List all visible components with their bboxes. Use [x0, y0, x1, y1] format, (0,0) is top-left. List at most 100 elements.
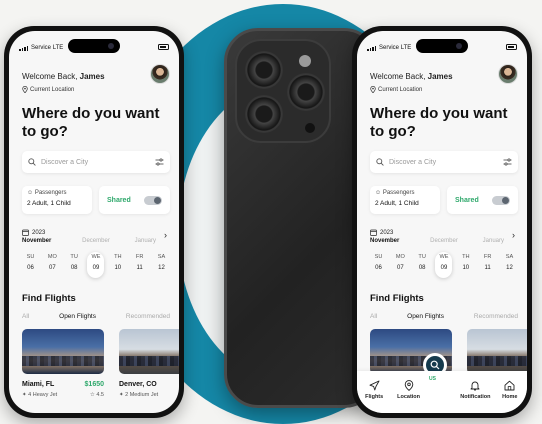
camera-lens-icon	[287, 73, 325, 111]
page-title: Where do you want to go?	[22, 105, 160, 140]
page-title: Where do you want to go?	[370, 105, 508, 140]
nav-item-location[interactable]: Location	[395, 380, 423, 400]
search-input[interactable]: Discover a City	[370, 151, 518, 173]
city-image	[22, 329, 104, 374]
flight-price: $1650	[84, 381, 104, 388]
search-placeholder: Discover a City	[41, 158, 89, 166]
day-item[interactable]: FR 11	[479, 252, 496, 278]
month-strip: November December January	[370, 238, 518, 244]
location-label: Current Location	[30, 86, 75, 93]
calendar-year: 2023	[22, 229, 45, 236]
flight-city: Denver, CO	[119, 381, 157, 388]
day-item[interactable]: SU 06	[22, 252, 39, 278]
location-pin-icon	[22, 86, 28, 93]
day-item[interactable]: TH 10	[109, 252, 126, 278]
welcome-text: Welcome Back, James	[370, 72, 453, 81]
nav-item-home[interactable]: Home	[496, 380, 524, 400]
passengers-value: 2 Adult, 1 Child	[27, 200, 71, 207]
camera-lens-icon	[245, 51, 283, 89]
day-item[interactable]: MO 07	[44, 252, 61, 278]
network-label: LTE	[400, 45, 412, 51]
user-name: James	[427, 72, 453, 81]
location-label: Current Location	[378, 86, 423, 93]
month-strip: November December January	[22, 238, 170, 244]
camera-module	[235, 39, 331, 143]
rating: ☆ 4.5	[89, 392, 104, 398]
welcome-text: Welcome Back, James	[22, 72, 105, 81]
flight-tabs: All Open Flights Recommended	[370, 313, 518, 320]
shared-toggle-card[interactable]: Shared	[447, 186, 518, 214]
month-after[interactable]: January	[121, 238, 170, 244]
user-name: James	[79, 72, 105, 81]
shared-toggle[interactable]	[492, 195, 510, 205]
calendar-icon	[370, 229, 377, 236]
flight-card[interactable]: Miami, FL $1650 ✦ 4 Heavy Jet ☆ 4.5	[22, 329, 104, 409]
passengers-label: Passengers	[382, 190, 415, 196]
passengers-selector[interactable]: ☺ Passengers 2 Adult, 1 Child	[370, 186, 440, 214]
search-icon	[430, 360, 440, 370]
day-item[interactable]: TU 08	[414, 252, 431, 278]
flight-card[interactable]: Denver, CO$1 ✦ 2 Medium Jet	[119, 329, 179, 409]
day-item[interactable]: SA 12	[501, 252, 518, 278]
location-pin-icon	[404, 380, 413, 391]
avatar[interactable]	[150, 64, 170, 84]
avatar[interactable]	[498, 64, 518, 84]
passengers-value: 2 Adult, 1 Child	[375, 200, 419, 207]
month-current[interactable]: November	[22, 238, 71, 244]
nav-item-flights[interactable]: Flights	[360, 380, 388, 400]
shared-label: Shared	[455, 196, 479, 204]
search-input[interactable]: Discover a City	[22, 151, 170, 173]
shared-label: Shared	[107, 196, 131, 204]
filter-icon[interactable]	[503, 158, 512, 166]
location-pin-icon	[370, 86, 376, 93]
day-item[interactable]: SA 12	[153, 252, 170, 278]
battery-icon	[506, 44, 517, 50]
section-title: Find Flights	[370, 293, 424, 304]
calendar-icon	[22, 229, 29, 236]
month-next[interactable]: December	[419, 238, 468, 244]
current-location[interactable]: Current Location	[22, 86, 74, 93]
day-item[interactable]: SU 06	[370, 252, 387, 278]
shared-toggle[interactable]	[144, 195, 162, 205]
day-item[interactable]: MO 07	[392, 252, 409, 278]
tab-open-flights[interactable]: Open Flights	[407, 313, 444, 320]
showcase-scene: Service LTE Welcome Back, James Current …	[0, 0, 542, 424]
battery-icon	[158, 44, 169, 50]
day-item[interactable]: FR 11	[131, 252, 148, 278]
month-after[interactable]: January	[469, 238, 518, 244]
day-item[interactable]: TU 08	[66, 252, 83, 278]
filter-icon[interactable]	[155, 158, 164, 166]
carrier-label: Service	[379, 45, 400, 51]
section-title: Find Flights	[22, 293, 76, 304]
search-icon	[376, 158, 384, 166]
month-current[interactable]: November	[370, 238, 419, 244]
day-item[interactable]: TH 10	[457, 252, 474, 278]
tab-recommended[interactable]: Recommended	[126, 313, 170, 320]
home-icon	[504, 380, 515, 391]
day-item-selected[interactable]: WE 09	[435, 252, 453, 278]
month-next[interactable]: December	[71, 238, 120, 244]
tab-all[interactable]: All	[22, 313, 29, 320]
signal-icon	[367, 45, 376, 51]
camera-lens-icon	[245, 95, 283, 133]
bottom-nav: Flights Location Notification Home	[357, 371, 527, 413]
day-item-selected[interactable]: WE 09	[87, 252, 105, 278]
day-strip: SU 06 MO 07 TU 08 WE 09 TH 10 FR 11 SA 12	[22, 252, 170, 278]
flash-icon	[299, 55, 311, 67]
shared-toggle-card[interactable]: Shared	[99, 186, 170, 214]
app-screen: Service LTE Welcome Back, James Current …	[357, 31, 527, 413]
flight-tabs: All Open Flights Recommended	[22, 313, 170, 320]
plane-icon	[369, 380, 380, 391]
calendar-year: 2023	[370, 229, 393, 236]
user-icon: ☺	[375, 190, 382, 196]
tab-all[interactable]: All	[370, 313, 377, 320]
fab-label: US	[429, 376, 436, 382]
nav-item-notification[interactable]: Notification	[460, 380, 490, 400]
carrier-label: Service	[31, 45, 52, 51]
passengers-selector[interactable]: ☺ Passengers 2 Adult, 1 Child	[22, 186, 92, 214]
user-icon: ☺	[27, 190, 34, 196]
current-location[interactable]: Current Location	[370, 86, 422, 93]
year-label: 2023	[32, 229, 46, 236]
tab-recommended[interactable]: Recommended	[474, 313, 518, 320]
tab-open-flights[interactable]: Open Flights	[59, 313, 96, 320]
